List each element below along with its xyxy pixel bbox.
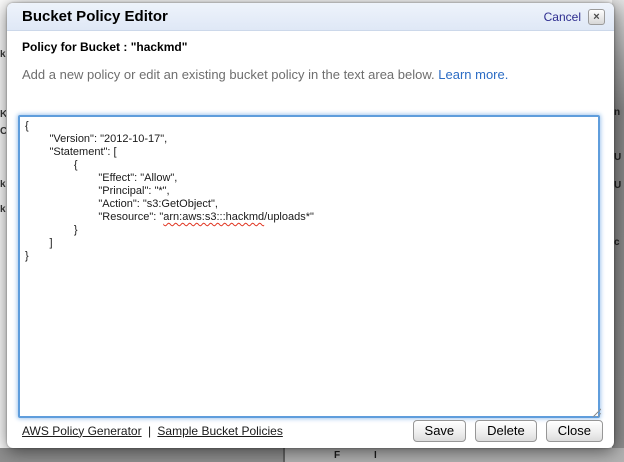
background-text-fragment: F <box>334 451 340 460</box>
bucket-policy-editor-dialog: Bucket Policy Editor Cancel × Policy for… <box>7 3 614 448</box>
delete-button[interactable]: Delete <box>475 420 537 442</box>
footer-links: AWS Policy Generator | Sample Bucket Pol… <box>22 424 283 438</box>
background-text-fragment: n <box>614 108 623 118</box>
background-text-fragment: c <box>614 238 623 248</box>
dialog-title: Bucket Policy Editor <box>22 8 544 25</box>
save-button[interactable]: Save <box>413 420 467 442</box>
background-text-fragment: l <box>374 451 377 460</box>
close-button[interactable]: Close <box>546 420 603 442</box>
background-bottom-divider <box>283 448 285 462</box>
bucket-policy-heading: Policy for Bucket : "hackmd" <box>22 40 599 54</box>
background-text-fragment: k <box>0 50 6 60</box>
description-text: Add a new policy or edit an existing buc… <box>22 67 435 82</box>
background-text-fragment: K <box>0 110 6 120</box>
link-separator: | <box>148 424 151 438</box>
background-bottom-left-block <box>0 448 283 462</box>
dialog-footer: AWS Policy Generator | Sample Bucket Pol… <box>22 419 603 442</box>
background-text-fragment: U <box>614 181 623 191</box>
background-text-fragment: CE <box>0 127 6 137</box>
dialog-header: Bucket Policy Editor Cancel × <box>7 3 614 31</box>
background-text-fragment: k <box>0 180 6 190</box>
background-text-fragment: k <box>0 205 6 215</box>
aws-policy-generator-link[interactable]: AWS Policy Generator <box>22 424 142 438</box>
footer-buttons: Save Delete Close <box>413 420 603 442</box>
dialog-description: Add a new policy or edit an existing buc… <box>22 67 599 82</box>
sample-bucket-policies-link[interactable]: Sample Bucket Policies <box>157 424 282 438</box>
learn-more-link[interactable]: Learn more. <box>438 67 508 82</box>
background-text-fragment: U <box>614 153 623 163</box>
policy-textarea[interactable]: { "Version": "2012-10-17", "Statement": … <box>18 115 600 418</box>
close-icon[interactable]: × <box>588 9 605 25</box>
cancel-link[interactable]: Cancel <box>544 10 581 24</box>
